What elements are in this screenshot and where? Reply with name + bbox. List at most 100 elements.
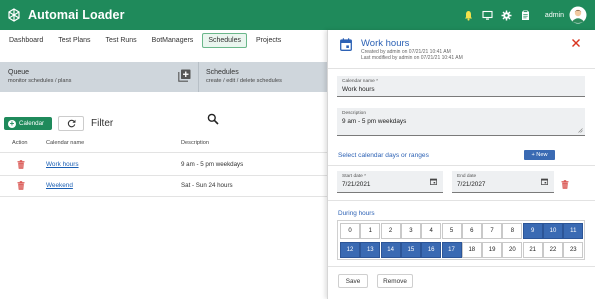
panel-divider xyxy=(328,68,595,69)
col-header-action: Action xyxy=(12,140,28,146)
app-title: Automai Loader xyxy=(28,8,125,22)
nav-botmanagers[interactable]: BotManagers xyxy=(146,33,200,48)
calendar-name-value: Work hours xyxy=(342,86,375,93)
trash-icon[interactable] xyxy=(561,180,569,189)
during-hours-label: During hours xyxy=(338,210,375,217)
hour-toggle-0[interactable]: 0 xyxy=(340,223,360,239)
description-field[interactable]: Description 9 am - 5 pm weekdays xyxy=(337,108,585,136)
description-value: 9 am - 5 pm weekdays xyxy=(342,118,407,125)
calendar-icon xyxy=(340,38,352,51)
start-date-value: 7/21/2021 xyxy=(342,181,371,188)
schedules-title: Schedules xyxy=(206,69,239,76)
date-picker-icon[interactable] xyxy=(430,178,437,185)
section-band: Queue monitor schedules / plans Schedule… xyxy=(0,62,330,92)
hour-toggle-18[interactable]: 18 xyxy=(461,242,482,258)
band-divider xyxy=(198,62,199,92)
panel-title: Work hours xyxy=(361,38,410,49)
col-header-name: Calendar name xyxy=(46,140,85,146)
avatar-icon[interactable] xyxy=(569,6,587,24)
start-date-label: Start date * xyxy=(342,174,366,179)
hour-toggle-2[interactable]: 2 xyxy=(380,223,401,239)
panel-divider xyxy=(328,266,595,267)
hour-toggle-19[interactable]: 19 xyxy=(482,242,503,258)
add-calendar-button[interactable]: + Calendar xyxy=(4,117,52,130)
new-range-button[interactable]: + New xyxy=(524,150,555,160)
bell-icon[interactable] xyxy=(463,9,475,21)
add-calendar-label: Calendar xyxy=(19,120,45,127)
hour-toggle-6[interactable]: 6 xyxy=(461,223,482,239)
date-picker-icon[interactable] xyxy=(541,178,548,185)
calendar-name-field[interactable]: Calendar name * Work hours xyxy=(337,76,585,97)
modified-info: Last modified by admin on 07/21/21 10:41… xyxy=(361,55,463,61)
header-actions: admin xyxy=(463,0,595,30)
schedules-subtitle: create / edit / delete schedules xyxy=(206,78,282,84)
hour-toggle-13[interactable]: 13 xyxy=(360,242,381,258)
close-icon[interactable] xyxy=(571,38,581,48)
nav-projects[interactable]: Projects xyxy=(250,33,287,48)
hour-toggle-8[interactable]: 8 xyxy=(502,223,523,239)
hour-toggle-3[interactable]: 3 xyxy=(400,223,421,239)
trash-icon[interactable] xyxy=(17,181,25,190)
col-header-description: Description xyxy=(181,140,209,146)
start-date-field[interactable]: Start date * 7/21/2021 xyxy=(337,171,443,193)
end-date-value: 7/21/2027 xyxy=(457,181,486,188)
hour-toggle-14[interactable]: 14 xyxy=(380,242,401,258)
trash-icon[interactable] xyxy=(17,160,25,169)
hour-toggle-12[interactable]: 12 xyxy=(340,242,360,258)
hour-toggle-4[interactable]: 4 xyxy=(421,223,442,239)
panel-divider xyxy=(328,165,595,166)
calendar-name-label: Calendar name * xyxy=(342,79,378,84)
gear-icon[interactable] xyxy=(501,9,513,21)
hours-grid: 0 1 2 3 4 5 6 7 8 9 10 11 12 13 14 15 16 17 18 19 20 21 22 23 xyxy=(337,220,585,260)
refresh-icon xyxy=(67,119,75,128)
user-name[interactable]: admin xyxy=(545,12,564,19)
hour-toggle-22[interactable]: 22 xyxy=(543,242,563,258)
filter-label: Filter xyxy=(91,118,114,129)
nav-test-runs[interactable]: Test Runs xyxy=(100,33,143,48)
hour-toggle-10[interactable]: 10 xyxy=(543,223,563,239)
logo-icon xyxy=(8,8,20,22)
calendar-description: 9 am - 5 pm weekdays xyxy=(181,161,244,168)
hour-toggle-5[interactable]: 5 xyxy=(441,223,462,239)
main-nav: Dashboard Test Plans Test Runs BotManage… xyxy=(0,30,330,50)
hour-toggle-20[interactable]: 20 xyxy=(502,242,523,258)
schedules-section[interactable]: Schedules create / edit / delete schedul… xyxy=(206,69,282,84)
top-bar: Automai Loader admin xyxy=(0,0,595,30)
remove-button[interactable]: Remove xyxy=(377,274,413,288)
queue-subtitle: monitor schedules / plans xyxy=(8,78,72,84)
queue-section[interactable]: Queue monitor schedules / plans xyxy=(8,69,71,84)
select-days-label: Select calendar days or ranges xyxy=(338,152,429,159)
calendar-description: Sat - Sun 24 hours xyxy=(181,182,233,189)
hour-toggle-7[interactable]: 7 xyxy=(482,223,503,239)
resize-handle-icon[interactable] xyxy=(578,128,583,133)
nav-schedules[interactable]: Schedules xyxy=(202,32,248,48)
clipboard-icon[interactable] xyxy=(520,9,532,21)
table-row-divider xyxy=(0,175,330,176)
add-box-icon[interactable] xyxy=(178,69,191,82)
calendar-link-weekend[interactable]: Weekend xyxy=(46,182,73,189)
hour-toggle-23[interactable]: 23 xyxy=(563,242,584,258)
hour-toggle-15[interactable]: 15 xyxy=(400,242,421,258)
search-icon[interactable] xyxy=(207,113,219,125)
nav-test-plans[interactable]: Test Plans xyxy=(52,33,96,48)
calendar-link-work-hours[interactable]: Work hours xyxy=(46,161,79,168)
hour-toggle-9[interactable]: 9 xyxy=(522,223,543,239)
hour-toggle-21[interactable]: 21 xyxy=(522,242,543,258)
description-label: Description xyxy=(342,111,366,116)
table-row-divider xyxy=(0,196,330,197)
plus-circle-icon: + xyxy=(8,118,16,128)
end-date-label: End date xyxy=(457,174,477,179)
hour-toggle-11[interactable]: 11 xyxy=(563,223,584,239)
calendar-detail-panel: Work hours Created by admin on 07/21/21 … xyxy=(327,30,595,299)
panel-divider xyxy=(328,200,595,201)
end-date-field[interactable]: End date 7/21/2027 xyxy=(452,171,554,193)
hour-toggle-17[interactable]: 17 xyxy=(441,242,462,258)
monitor-icon[interactable] xyxy=(482,9,494,21)
hour-toggle-1[interactable]: 1 xyxy=(360,223,381,239)
queue-title: Queue xyxy=(8,69,30,76)
refresh-button[interactable] xyxy=(58,116,84,131)
nav-dashboard[interactable]: Dashboard xyxy=(3,33,49,48)
table-divider xyxy=(0,152,330,153)
save-button[interactable]: Save xyxy=(338,274,368,288)
hour-toggle-16[interactable]: 16 xyxy=(421,242,442,258)
